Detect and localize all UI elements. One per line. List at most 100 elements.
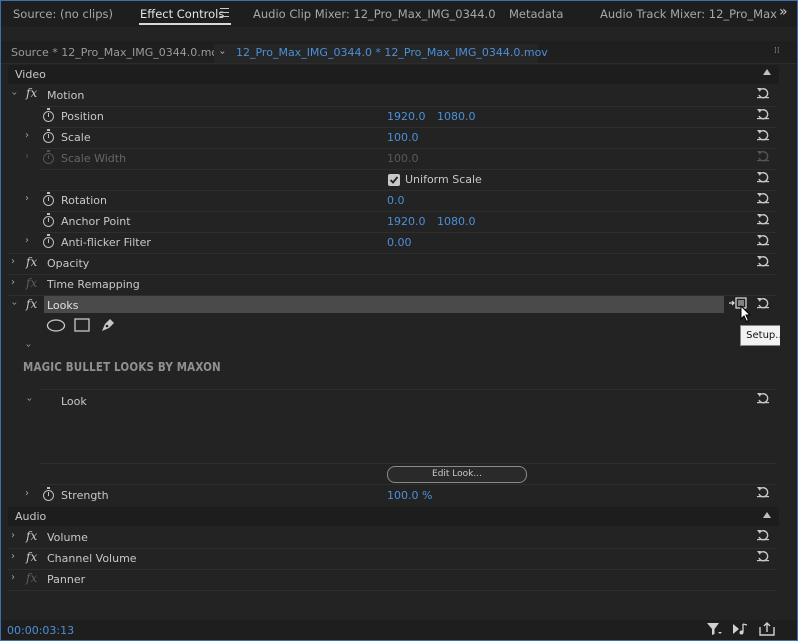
motion-label: Motion	[47, 89, 85, 102]
motion-expand-chevron-icon[interactable]: ›	[9, 92, 20, 96]
reset-channel-volume-icon[interactable]	[756, 550, 770, 562]
looks-params-chevron-icon[interactable]: ›	[23, 344, 34, 348]
strength-value[interactable]: 100.0 %	[387, 489, 432, 502]
channel-volume-label: Channel Volume	[47, 552, 137, 565]
reset-position-icon[interactable]	[756, 108, 770, 120]
opacity-expand-chevron-icon[interactable]: ›	[11, 256, 15, 267]
audio-collapse-icon[interactable]	[763, 512, 771, 518]
volume-label: Volume	[47, 531, 88, 544]
ellipse-mask-icon[interactable]	[46, 319, 66, 332]
filter-icon[interactable]	[706, 622, 722, 636]
row-divider	[40, 232, 777, 233]
strength-label: Strength	[61, 489, 109, 502]
rectangle-mask-icon[interactable]	[74, 318, 90, 332]
mouse-cursor-icon	[740, 305, 752, 323]
clip-dropdown-chevron-icon[interactable]: ›	[217, 51, 228, 55]
anti-flicker-label: Anti-flicker Filter	[61, 236, 151, 249]
row-divider	[40, 211, 777, 212]
panner-fx-icon: fx	[26, 571, 38, 585]
row-divider	[8, 548, 777, 549]
reset-looks-icon[interactable]	[756, 297, 770, 309]
checkmark-icon	[389, 176, 399, 184]
position-label: Position	[61, 110, 104, 123]
tab-metadata[interactable]: Metadata	[509, 7, 563, 21]
row-divider	[40, 190, 777, 191]
tab-source[interactable]: Source: (no clips)	[13, 7, 113, 21]
anchor-point-x-value[interactable]: 1920.0	[387, 215, 426, 228]
row-divider	[40, 106, 777, 107]
audio-section-header	[8, 507, 779, 526]
reset-strength-icon[interactable]	[756, 486, 770, 498]
reset-volume-icon[interactable]	[756, 529, 770, 541]
reset-look-icon[interactable]	[756, 392, 770, 404]
reset-rotation-icon[interactable]	[756, 192, 770, 204]
panel-menu-icon[interactable]	[220, 8, 229, 17]
reset-motion-icon[interactable]	[756, 87, 770, 99]
row-divider	[40, 148, 777, 149]
looks-fx-icon[interactable]: fx	[26, 297, 37, 311]
opacity-fx-icon[interactable]: fx	[26, 255, 37, 269]
tab-audio-clip-mixer[interactable]: Audio Clip Mixer: 12_Pro_Max_IMG_0344.0	[253, 7, 496, 21]
audio-section-label: Audio	[15, 510, 47, 523]
row-divider	[8, 253, 777, 254]
anti-flicker-value[interactable]: 0.00	[387, 236, 412, 249]
anti-flicker-stopwatch-icon[interactable]	[43, 234, 54, 248]
strength-stopwatch-icon[interactable]	[43, 487, 54, 501]
time-remapping-expand-chevron-icon[interactable]: ›	[11, 277, 15, 288]
current-timecode[interactable]: 00:00:03:13	[7, 624, 74, 637]
time-remapping-label: Time Remapping	[47, 278, 140, 291]
anchor-point-stopwatch-icon[interactable]	[43, 213, 54, 227]
row-divider	[40, 169, 777, 170]
reset-uniform-scale-icon[interactable]	[756, 171, 770, 183]
pen-mask-icon[interactable]	[100, 317, 116, 333]
volume-expand-chevron-icon[interactable]: ›	[11, 530, 15, 541]
reset-scale-icon[interactable]	[756, 129, 770, 141]
look-expand-chevron-icon[interactable]: ›	[24, 398, 35, 402]
scale-value[interactable]: 100.0	[387, 131, 419, 144]
rotation-value[interactable]: 0.0	[387, 194, 405, 207]
rotation-stopwatch-icon[interactable]	[43, 192, 54, 206]
volume-fx-icon[interactable]: fx	[26, 529, 37, 543]
position-stopwatch-icon[interactable]	[43, 108, 54, 122]
active-tab-indicator	[139, 23, 231, 25]
reset-scale-width-icon	[757, 151, 769, 162]
grip-icon[interactable]: ⁞⁞	[774, 46, 780, 56]
sequence-clip-tab[interactable]: 12_Pro_Max_IMG_0344.0 * 12_Pro_Max_IMG_0…	[236, 46, 548, 59]
scroll-up-icon[interactable]	[763, 69, 771, 75]
tab-effect-controls[interactable]: Effect Controls	[140, 7, 224, 21]
edit-look-button[interactable]: Edit Look...	[387, 466, 527, 483]
more-tabs-icon[interactable]: »	[779, 4, 788, 20]
anchor-point-y-value[interactable]: 1080.0	[437, 215, 476, 228]
reset-opacity-icon[interactable]	[756, 255, 770, 267]
tab-audio-track-mixer[interactable]: Audio Track Mixer: 12_Pro_Max	[600, 7, 777, 21]
looks-effect-row-highlight[interactable]	[44, 296, 724, 313]
rotation-expand-chevron-icon[interactable]: ›	[25, 193, 29, 204]
export-icon[interactable]	[759, 622, 775, 636]
looks-label: Looks	[47, 299, 79, 312]
channel-volume-fx-icon[interactable]: fx	[26, 550, 37, 564]
reset-anti-flicker-icon[interactable]	[756, 234, 770, 246]
position-x-value[interactable]: 1920.0	[387, 110, 426, 123]
magic-bullet-brand-label: MAGIC BULLET LOOKS BY MAXON	[23, 360, 221, 374]
row-divider	[8, 569, 777, 570]
panner-label: Panner	[47, 573, 86, 586]
vertical-scrollbar[interactable]	[780, 65, 794, 620]
motion-fx-icon[interactable]: fx	[26, 86, 37, 100]
position-y-value[interactable]: 1080.0	[437, 110, 476, 123]
scale-stopwatch-icon[interactable]	[43, 129, 54, 143]
panner-expand-chevron-icon[interactable]: ›	[11, 572, 15, 583]
uniform-scale-label: Uniform Scale	[405, 173, 482, 186]
anchor-point-label: Anchor Point	[61, 215, 131, 228]
scale-width-expand-chevron-icon: ›	[25, 151, 29, 162]
reset-anchor-point-icon[interactable]	[756, 213, 770, 225]
anti-flicker-expand-chevron-icon[interactable]: ›	[25, 235, 29, 246]
scale-expand-chevron-icon[interactable]: ›	[25, 130, 29, 141]
channel-volume-expand-chevron-icon[interactable]: ›	[11, 551, 15, 562]
source-clip-selector[interactable]: Source * 12_Pro_Max_IMG_0344.0.mov	[11, 46, 225, 59]
play-audio-icon[interactable]	[732, 622, 748, 636]
uniform-scale-checkbox[interactable]	[388, 174, 400, 186]
row-divider	[40, 389, 777, 390]
footer-bar	[1, 620, 797, 640]
looks-expand-chevron-icon[interactable]: ›	[9, 302, 20, 306]
strength-expand-chevron-icon[interactable]: ›	[25, 488, 29, 499]
